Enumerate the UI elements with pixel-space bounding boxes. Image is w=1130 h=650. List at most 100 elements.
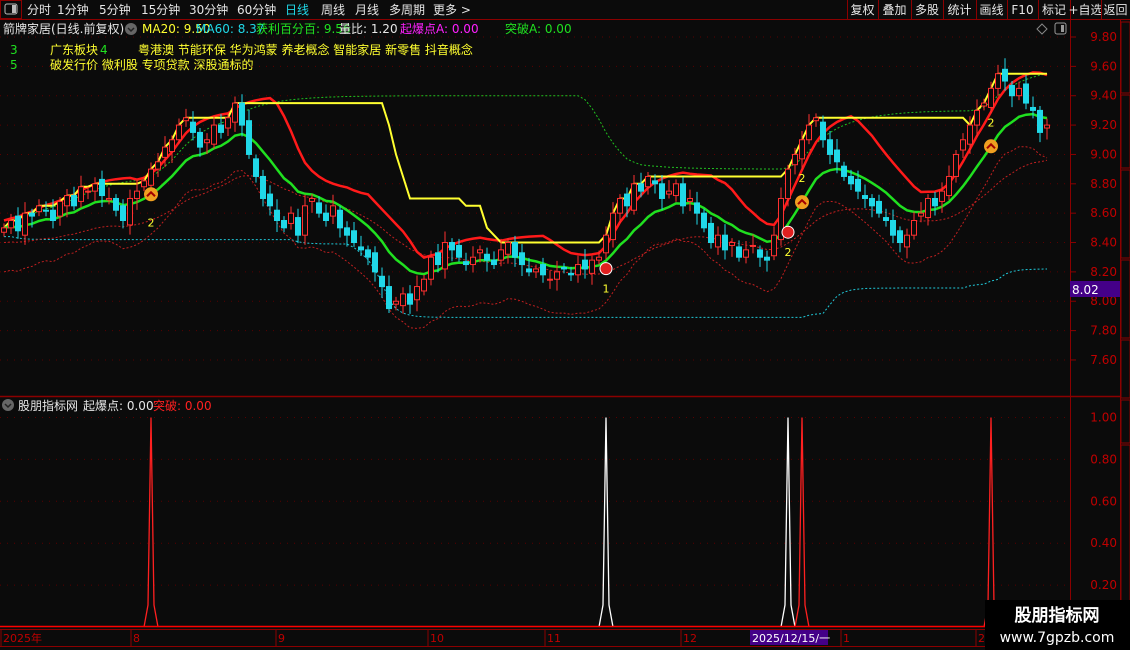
concept-tags-2: 破发行价 微利股 专项贷款 深股通标的: [50, 57, 253, 72]
candle: [407, 285, 413, 314]
qibao-a-value: 起爆点A: 0.00: [400, 22, 479, 36]
toolbar-button[interactable]: F10: [1011, 3, 1033, 17]
candle: [414, 275, 420, 312]
price-tick-label: 7.60: [1090, 353, 1117, 367]
candle: [92, 177, 98, 201]
dropdown-icon[interactable]: [125, 23, 137, 35]
period-tab[interactable]: 更多 >: [433, 3, 471, 17]
side-tab[interactable]: [1120, 339, 1130, 399]
candle: [897, 226, 903, 253]
candle: [491, 251, 497, 269]
candle: [785, 164, 791, 207]
price-tick-label: 9.60: [1090, 59, 1117, 73]
period-tab[interactable]: 5分钟: [99, 2, 131, 17]
candle: [722, 224, 728, 260]
date-label: 2025年: [3, 631, 42, 645]
side-tab[interactable]: [1120, 21, 1130, 94]
price-tick-label: 9.20: [1090, 118, 1117, 132]
candle: [743, 241, 749, 264]
current-price: 8.02: [1072, 283, 1099, 297]
watermark-title: 股朋指标网: [1015, 605, 1100, 626]
candle: [183, 108, 189, 127]
stock-title: 箭牌家居(日线.前复权): [3, 21, 124, 36]
candle: [750, 234, 756, 254]
candle: [827, 130, 833, 165]
candle: [813, 113, 819, 127]
candle: [904, 228, 910, 259]
side-tab[interactable]: [1120, 259, 1130, 339]
price-tick-label: 8.60: [1090, 206, 1117, 220]
stock-chart[interactable]: 分时 1分钟 5分钟 15分钟 30分钟 60分钟 日线 周线 月线 多周期 更多 > 复权 叠加 多股…: [0, 0, 1130, 650]
toolbar-button[interactable]: 画线: [979, 3, 1003, 17]
indicator-dropdown-icon[interactable]: [2, 399, 14, 411]
period-tab[interactable]: 15分钟: [141, 2, 180, 17]
candle: [400, 287, 406, 314]
diamond-icon[interactable]: [1036, 23, 1048, 35]
toolbar-button[interactable]: 叠加: [882, 3, 906, 17]
toolbar-button[interactable]: 多股: [915, 3, 939, 17]
candle: [1016, 81, 1022, 101]
period-tab[interactable]: 月线: [355, 3, 379, 17]
toolbar-button[interactable]: 返回: [1103, 3, 1127, 17]
indicator-spike: [983, 417, 999, 628]
date-label: 11: [547, 632, 561, 645]
candle: [323, 204, 329, 227]
candle: [113, 194, 119, 217]
period-tab[interactable]: 30分钟: [189, 2, 228, 17]
candle: [841, 161, 847, 181]
volume-ratio: 量比: 1.20: [339, 22, 398, 36]
candle: [519, 243, 525, 276]
indicator-name: 股朋指标网: [18, 398, 78, 413]
price-tick-label: 8.80: [1090, 177, 1117, 191]
candle: [995, 64, 1001, 97]
candle: [1044, 118, 1050, 140]
panel-toggle-icon[interactable]: [1054, 22, 1067, 35]
ma60-value: MA60: 8.37: [196, 22, 264, 36]
price-tick-label: 8.40: [1090, 236, 1117, 250]
toolbar-button[interactable]: 标记: [1042, 3, 1066, 17]
green-ma-line: [3, 112, 1048, 276]
info-row2-number: 5: [10, 58, 18, 72]
candle: [246, 109, 252, 159]
candle: [673, 179, 679, 202]
side-tab[interactable]: [1120, 94, 1130, 169]
candle: [575, 255, 581, 283]
toolbar-button[interactable]: 复权: [850, 3, 874, 17]
candle: [876, 194, 882, 218]
indicator-spike: [794, 417, 810, 628]
candle: [239, 94, 245, 137]
toolbar-button[interactable]: +自选: [1068, 3, 1102, 17]
candle: [442, 231, 448, 279]
period-tab[interactable]: 日线: [285, 3, 309, 17]
candle: [771, 226, 777, 261]
candle: [708, 216, 714, 249]
candle: [393, 296, 399, 311]
indicator-tick-label: 0.60: [1090, 494, 1117, 508]
period-tab[interactable]: 分时: [27, 3, 51, 17]
indicator-tick-label: 1.00: [1090, 410, 1117, 424]
period-tab[interactable]: 周线: [321, 3, 345, 17]
period-tab[interactable]: 60分钟: [237, 2, 276, 17]
side-tab[interactable]: [1120, 399, 1130, 444]
side-tabs[interactable]: [1120, 21, 1130, 649]
candle: [421, 274, 427, 296]
candle: [274, 199, 280, 232]
candle: [932, 191, 938, 216]
indicator-tick-label: 0.20: [1090, 578, 1117, 592]
candle: [169, 135, 175, 163]
buy-signal-icon: 1: [599, 262, 613, 296]
qibao-signal-icon: 2: [144, 187, 158, 229]
candle: [127, 189, 133, 235]
candle: [57, 197, 63, 226]
svg-text:2: 2: [785, 246, 792, 259]
period-tab[interactable]: 多周期: [389, 3, 425, 17]
period-tab[interactable]: 1分钟: [57, 2, 89, 17]
svg-text:2: 2: [988, 116, 995, 129]
candle: [757, 245, 763, 267]
candle: [22, 202, 28, 245]
side-tab[interactable]: [1120, 169, 1130, 259]
candle: [295, 208, 301, 244]
candle: [547, 270, 553, 289]
svg-text:2: 2: [148, 216, 155, 229]
toolbar-button[interactable]: 统计: [947, 3, 971, 17]
